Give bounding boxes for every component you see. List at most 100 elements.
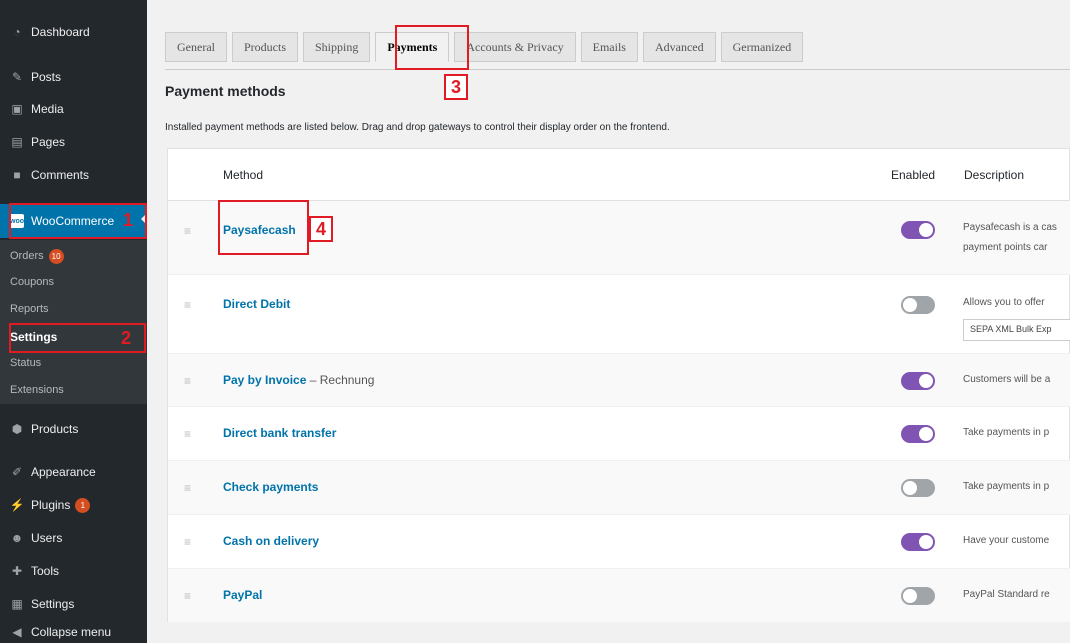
- menu-media[interactable]: ▣ Media: [0, 94, 147, 124]
- comment-icon: ■: [13, 168, 21, 182]
- submenu-status[interactable]: Status: [0, 351, 147, 375]
- toggle-knob: [919, 223, 933, 237]
- toggle-paysafecash[interactable]: [901, 221, 935, 239]
- method-name: Cash on delivery: [223, 534, 320, 548]
- method-description-line2: payment points car: [963, 242, 1048, 253]
- pages-icon: ▤: [11, 135, 23, 149]
- admin-sidebar: ◔ Dashboard ✎ Posts ▣ Media ▤ Pages ■ Co…: [0, 0, 147, 643]
- annotation-3: 3: [444, 74, 468, 100]
- toggle-cash-on-delivery[interactable]: [901, 533, 935, 551]
- toggle-knob: [903, 481, 917, 495]
- menu-tools-label: Tools: [31, 564, 60, 578]
- tab-germanized[interactable]: Germanized: [720, 32, 804, 62]
- submenu-extensions[interactable]: Extensions: [0, 378, 147, 402]
- tab-products[interactable]: Products: [231, 32, 298, 62]
- dashboard-icon: ◔: [13, 25, 21, 39]
- tab-accounts-privacy[interactable]: Accounts & Privacy: [454, 32, 576, 62]
- method-link-paypal[interactable]: PayPal: [223, 588, 262, 602]
- table-row: ≡ Check payments Take payments in p: [168, 461, 1070, 515]
- menu-settings[interactable]: ▦ Settings: [0, 589, 147, 619]
- menu-plugins[interactable]: ⚡ Plugins 1: [0, 490, 147, 520]
- settings-tabs: General Products Shipping Payments Accou…: [165, 31, 808, 69]
- submenu-reports-label: Reports: [10, 303, 49, 315]
- products-icon: ⬢: [11, 422, 23, 436]
- menu-comments[interactable]: ■ Comments: [0, 160, 147, 190]
- method-name: Direct Debit: [223, 297, 291, 311]
- method-link-check-payments[interactable]: Check payments: [223, 480, 318, 494]
- tab-advanced[interactable]: Advanced: [642, 32, 716, 62]
- method-description: Paysafecash is a cas: [963, 222, 1057, 233]
- toggle-knob: [903, 589, 917, 603]
- highlight-payments-tab: [395, 25, 469, 70]
- toggle-paypal[interactable]: [901, 587, 935, 605]
- toggle-knob: [919, 535, 933, 549]
- drag-handle-icon[interactable]: ≡: [184, 224, 191, 238]
- wrench-icon: ✚: [11, 564, 23, 578]
- submenu-status-label: Status: [10, 357, 42, 369]
- menu-tools[interactable]: ✚ Tools: [0, 556, 147, 586]
- drag-handle-icon[interactable]: ≡: [184, 589, 191, 603]
- menu-pages-label: Pages: [31, 135, 66, 149]
- collapse-menu-label: Collapse menu: [31, 624, 112, 639]
- table-header: Method Enabled Description: [168, 149, 1070, 201]
- plugin-icon: ⚡: [9, 498, 25, 512]
- drag-handle-icon[interactable]: ≡: [184, 427, 191, 441]
- submenu-coupons[interactable]: Coupons: [0, 270, 147, 294]
- drag-handle-icon[interactable]: ≡: [184, 481, 191, 495]
- tab-general[interactable]: General: [165, 32, 227, 62]
- menu-users[interactable]: ☻ Users: [0, 523, 147, 553]
- menu-pages[interactable]: ▤ Pages: [0, 127, 147, 157]
- menu-dashboard[interactable]: ◔ Dashboard: [0, 17, 147, 47]
- settings-icon: ▦: [11, 597, 23, 611]
- tab-emails[interactable]: Emails: [580, 32, 638, 62]
- highlight-paysafecash: [218, 200, 309, 255]
- method-link-cash-on-delivery[interactable]: Cash on delivery: [223, 534, 319, 548]
- tabs-divider: [165, 69, 1070, 70]
- method-description: PayPal Standard re: [963, 589, 1050, 600]
- tab-shipping[interactable]: Shipping: [302, 32, 371, 62]
- drag-handle-icon[interactable]: ≡: [184, 535, 191, 549]
- toggle-knob: [903, 298, 917, 312]
- method-description: Take payments in p: [963, 427, 1050, 438]
- annotation-4: 4: [309, 216, 333, 242]
- toggle-knob: [919, 374, 933, 388]
- method-name: Direct bank transfer: [223, 426, 337, 440]
- method-name: PayPal: [223, 588, 263, 602]
- method-description: Take payments in p: [963, 481, 1050, 492]
- table-row: ≡ Cash on delivery Have your custome: [168, 515, 1070, 569]
- woocommerce-submenu: Orders 10 Coupons Reports Settings Statu…: [0, 240, 147, 404]
- submenu-reports[interactable]: Reports: [0, 297, 147, 321]
- method-description: Customers will be a: [963, 374, 1051, 385]
- submenu-orders[interactable]: Orders 10: [0, 244, 147, 268]
- pin-icon: ✎: [11, 70, 23, 84]
- menu-media-label: Media: [31, 102, 64, 116]
- annotation-1: 1: [123, 210, 134, 230]
- header-enabled: Enabled: [891, 168, 936, 182]
- collapse-menu-button[interactable]: ◀ Collapse menu: [0, 620, 147, 643]
- table-row: ≡ Direct bank transfer Take payments in …: [168, 407, 1070, 461]
- media-icon: ▣: [11, 102, 23, 116]
- header-description: Description: [964, 168, 1025, 182]
- table-row: ≡ Direct Debit Allows you to offer SEPA …: [168, 275, 1070, 354]
- plugins-count-badge: 1: [75, 497, 91, 513]
- method-link-direct-debit[interactable]: Direct Debit: [223, 297, 290, 311]
- toggle-pay-by-invoice[interactable]: [901, 372, 935, 390]
- submenu-orders-label: Orders: [10, 250, 44, 262]
- method-link-direct-bank-transfer[interactable]: Direct bank transfer: [223, 426, 336, 440]
- orders-count-badge: 10: [48, 248, 64, 264]
- paintbrush-icon: ✐: [11, 465, 23, 479]
- method-description: Have your custome: [963, 535, 1050, 546]
- drag-handle-icon[interactable]: ≡: [184, 374, 191, 388]
- toggle-direct-bank-transfer[interactable]: [901, 425, 935, 443]
- table-row: ≡ PayPal PayPal Standard re: [168, 569, 1070, 622]
- drag-handle-icon[interactable]: ≡: [184, 298, 191, 312]
- sepa-export-select[interactable]: SEPA XML Bulk Exp: [963, 319, 1070, 341]
- method-name-suffix: – Rechnung: [309, 373, 375, 387]
- method-link-pay-by-invoice[interactable]: Pay by Invoice – Rechnung: [223, 373, 374, 387]
- menu-posts[interactable]: ✎ Posts: [0, 62, 147, 92]
- toggle-direct-debit[interactable]: [901, 296, 935, 314]
- menu-appearance[interactable]: ✐ Appearance: [0, 457, 147, 487]
- menu-products[interactable]: ⬢ Products: [0, 414, 147, 444]
- toggle-check-payments[interactable]: [901, 479, 935, 497]
- submenu-extensions-label: Extensions: [10, 384, 64, 396]
